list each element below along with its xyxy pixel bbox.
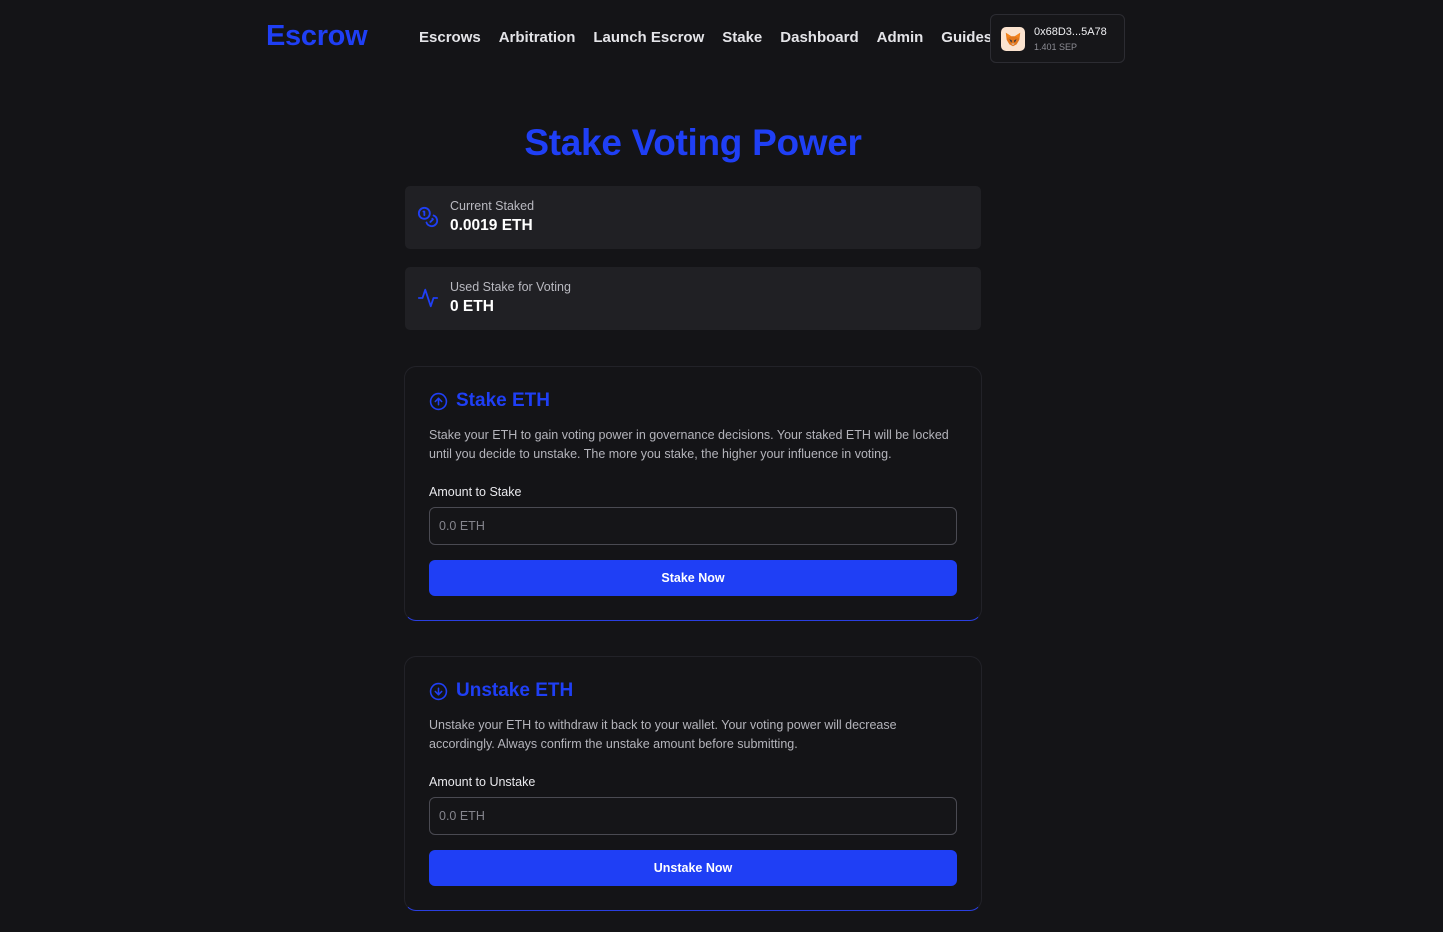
arrow-up-circle-icon [429, 392, 448, 410]
nav-arbitration[interactable]: Arbitration [499, 29, 576, 46]
stake-amount-label: Amount to Stake [429, 485, 522, 499]
wallet-button[interactable]: 0x68D3...5A78 1.401 SEP [990, 14, 1125, 63]
used-stake-card: Used Stake for Voting 0 ETH [405, 267, 981, 330]
used-stake-label: Used Stake for Voting [450, 280, 571, 294]
used-stake-value: 0 ETH [450, 298, 494, 315]
stake-card: Stake ETH Stake your ETH to gain voting … [404, 366, 982, 621]
coins-icon [417, 206, 439, 228]
metamask-fox-icon [1001, 26, 1025, 51]
unstake-description: Unstake your ETH to withdraw it back to … [429, 718, 897, 751]
unstake-now-button[interactable]: Unstake Now [429, 850, 957, 886]
stake-now-button[interactable]: Stake Now [429, 560, 957, 596]
current-staked-value: 0.0019 ETH [450, 217, 533, 234]
unstake-card: Unstake ETH Unstake your ETH to withdraw… [404, 656, 982, 911]
wallet-address: 0x68D3...5A78 [1034, 25, 1107, 38]
unstake-title: Unstake ETH [456, 680, 574, 701]
current-staked-label: Current Staked [450, 199, 535, 213]
nav-stake[interactable]: Stake [722, 29, 762, 46]
nav-dashboard[interactable]: Dashboard [780, 29, 858, 46]
nav-launch-escrow[interactable]: Launch Escrow [593, 29, 704, 46]
page-title: Stake Voting Power [524, 122, 862, 163]
current-staked-card: Current Staked 0.0019 ETH [405, 186, 981, 249]
main-nav: Escrows Arbitration Launch Escrow Stake … [419, 29, 1010, 46]
arrow-down-circle-icon [429, 682, 448, 700]
stake-description: Stake your ETH to gain voting power in g… [429, 428, 949, 461]
activity-icon [417, 288, 439, 308]
nav-guides[interactable]: Guides [941, 29, 992, 46]
stake-amount-input[interactable] [429, 507, 957, 545]
nav-admin[interactable]: Admin [877, 29, 924, 46]
nav-escrows[interactable]: Escrows [419, 29, 481, 46]
unstake-amount-input[interactable] [429, 797, 957, 835]
wallet-balance: 1.401 SEP [1034, 41, 1078, 52]
unstake-amount-label: Amount to Unstake [429, 775, 536, 789]
stake-title: Stake ETH [456, 390, 550, 411]
brand-logo[interactable]: Escrow [266, 20, 368, 53]
